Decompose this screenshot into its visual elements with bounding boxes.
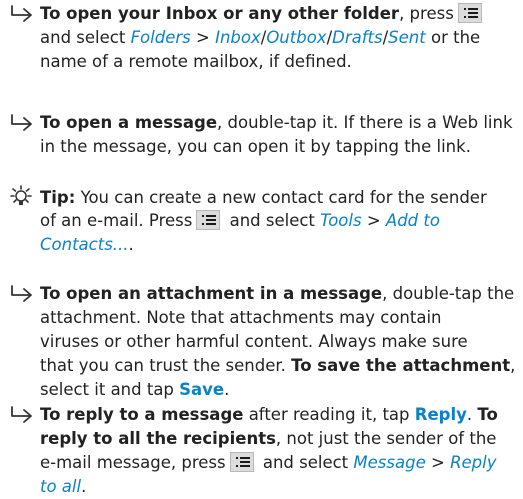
instruction-item: To open your Inbox or any other folder, … — [10, 2, 518, 74]
text-line: To open your Inbox or any other folder, … — [10, 2, 518, 26]
bold-phrase: To save the attachment — [291, 356, 511, 375]
arrow-bullet-icon — [10, 5, 38, 23]
body-text: attachment. Note that attachments may co… — [40, 308, 442, 327]
menu-path-text: Message — [353, 453, 426, 472]
body-text: that you can trust the sender. — [40, 356, 292, 375]
menu-path-text: Folders — [130, 28, 191, 47]
instruction-item: To open an attachment in a message, doub… — [10, 282, 518, 402]
body-text: > — [425, 453, 451, 472]
body-text: , — [510, 356, 516, 375]
body-text: . — [224, 380, 230, 399]
menu-path-text: Tools — [320, 211, 362, 230]
command-label: Save — [179, 380, 225, 399]
body-text: after reading it, tap — [243, 405, 415, 424]
body-text: and select — [257, 453, 354, 472]
body-text: . — [466, 405, 478, 424]
menu-key-icon — [229, 452, 254, 472]
body-text: name of a remote mailbox, if defined. — [40, 52, 352, 71]
text-line: To open an attachment in a message, doub… — [10, 282, 518, 306]
body-text: . — [128, 235, 134, 254]
text-line: in the message, you can open it by tappi… — [10, 135, 518, 159]
text-line: e-mail message, press and select Message… — [10, 451, 518, 475]
bold-phrase: reply to all the recipients — [40, 429, 276, 448]
text-line: To open a message, double-tap it. If the… — [10, 111, 518, 135]
menu-path-text: Sent — [388, 28, 426, 47]
body-text: or the — [425, 28, 481, 47]
bold-phrase: To reply to a message — [40, 405, 244, 424]
text-line: attachment. Note that attachments may co… — [10, 306, 518, 330]
menu-key-icon — [196, 210, 221, 230]
text-line: and select Folders > Inbox/Outbox/Drafts… — [10, 26, 518, 50]
body-text: viruses or other harmful content. Always… — [40, 332, 468, 351]
menu-path-text: Contacts... — [40, 235, 129, 254]
bold-phrase: To open a message — [40, 113, 218, 132]
body-text: . — [81, 477, 87, 496]
command-label: Reply — [414, 405, 467, 424]
text-line: that you can trust the sender. To save t… — [10, 354, 518, 378]
body-text: , not just the sender of the — [275, 429, 497, 448]
bold-phrase: To open your Inbox or any other folder — [40, 4, 400, 23]
text-line: of an e-mail. Press and select Tools > A… — [10, 209, 518, 233]
body-text: and select — [40, 28, 131, 47]
lightbulb-tip-icon — [10, 185, 38, 207]
bold-phrase: To — [477, 405, 498, 424]
text-line: Contacts.... — [10, 233, 518, 257]
arrow-bullet-icon — [10, 285, 38, 303]
text-line: Tip: You can create a new contact card f… — [10, 185, 518, 209]
body-text: and select — [224, 211, 321, 230]
body-text: select it and tap — [40, 380, 180, 399]
menu-path-text: Reply — [450, 453, 497, 472]
menu-key-icon — [457, 3, 482, 23]
menu-path-text: Outbox — [266, 28, 327, 47]
menu-path-text: to all — [40, 477, 82, 496]
body-text: , press — [399, 4, 454, 23]
body-text: of an e-mail. Press — [40, 211, 193, 230]
bold-phrase: To open an attachment in a message — [40, 284, 383, 303]
body-text: > — [361, 211, 386, 230]
instruction-item: To reply to a message after reading it, … — [10, 403, 518, 499]
body-text: in the message, you can open it by tappi… — [40, 137, 471, 156]
menu-path-text: Add to — [385, 211, 440, 230]
menu-path-text: Drafts — [332, 28, 383, 47]
tip-item: Tip: You can create a new contact card f… — [10, 185, 518, 257]
body-text: > — [190, 28, 216, 47]
bold-phrase: Tip: — [40, 188, 76, 207]
instructions-page: To open your Inbox or any other folder, … — [0, 0, 523, 499]
body-text: You can create a new contact card for th… — [75, 188, 487, 207]
text-line: To reply to a message after reading it, … — [10, 403, 518, 427]
menu-path-text: Inbox — [215, 28, 261, 47]
arrow-bullet-icon — [10, 114, 38, 132]
text-line: name of a remote mailbox, if defined. — [10, 50, 518, 74]
text-line: to all. — [10, 475, 518, 499]
text-line: select it and tap Save. — [10, 378, 518, 402]
body-text: e-mail message, press — [40, 453, 226, 472]
body-text: , double-tap the — [382, 284, 515, 303]
arrow-bullet-icon — [10, 406, 38, 424]
text-line: reply to all the recipients, not just th… — [10, 427, 518, 451]
body-text: , double-tap it. If there is a Web link — [217, 113, 513, 132]
text-line: viruses or other harmful content. Always… — [10, 330, 518, 354]
instruction-item: To open a message, double-tap it. If the… — [10, 111, 518, 159]
